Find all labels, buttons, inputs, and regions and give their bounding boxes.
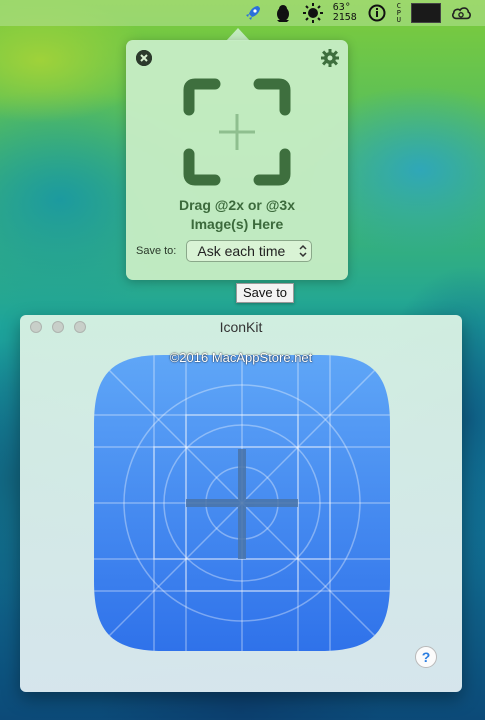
iconkit-window: IconKit ©2016 MacAppStore.net ? bbox=[20, 315, 462, 692]
app-icon-template-icon bbox=[94, 355, 390, 651]
watermark-text: ©2016 MacAppStore.net bbox=[169, 350, 313, 365]
save-to-label: Save to: bbox=[136, 245, 177, 257]
close-icon bbox=[136, 50, 152, 66]
penguin-icon[interactable] bbox=[273, 3, 293, 23]
rocket-icon[interactable] bbox=[243, 3, 263, 23]
title-bar[interactable]: IconKit bbox=[20, 315, 462, 339]
menu-bar: 63° 2158 C P U bbox=[0, 0, 485, 26]
save-to-value: Ask each time bbox=[197, 243, 286, 259]
gear-icon bbox=[321, 49, 339, 67]
save-to-tooltip: Save to bbox=[236, 283, 294, 303]
cpu-letter: U bbox=[396, 15, 401, 24]
drop-instructions: Drag @2x or @3x Image(s) Here bbox=[126, 196, 348, 234]
help-button[interactable]: ? bbox=[415, 646, 437, 668]
close-button[interactable] bbox=[136, 50, 152, 66]
weather-value: 2158 bbox=[332, 12, 357, 23]
cpu-label: C P U bbox=[396, 2, 401, 24]
save-to-row: Save to: Ask each time bbox=[136, 240, 313, 262]
sun-icon[interactable] bbox=[302, 3, 323, 23]
drop-text-line2: Image(s) Here bbox=[190, 216, 284, 232]
save-to-select[interactable]: Ask each time bbox=[186, 240, 313, 262]
window-title: IconKit bbox=[219, 319, 263, 335]
cpu-graph-icon[interactable] bbox=[411, 3, 441, 23]
info-icon[interactable] bbox=[367, 3, 387, 23]
drop-popover: Drag @2x or @3x Image(s) Here Save to: A… bbox=[126, 40, 348, 280]
creative-cloud-icon[interactable] bbox=[451, 3, 471, 23]
weather-readout[interactable]: 63° 2158 bbox=[333, 3, 357, 23]
drop-text-line1: Drag @2x or @3x bbox=[178, 197, 295, 213]
icon-drop-canvas[interactable] bbox=[94, 355, 390, 651]
image-drop-zone[interactable] bbox=[181, 76, 293, 188]
settings-button[interactable] bbox=[320, 48, 340, 68]
add-image-icon bbox=[183, 78, 291, 186]
chevron-updown-icon bbox=[299, 244, 307, 258]
